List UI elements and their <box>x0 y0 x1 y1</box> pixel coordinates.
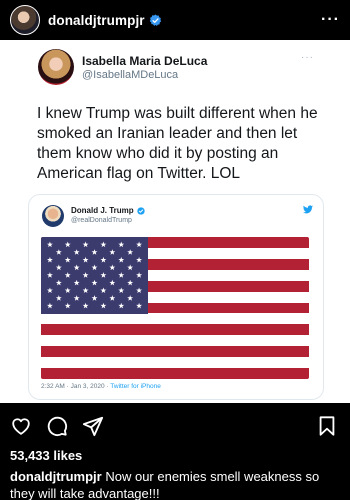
flag-star <box>136 256 143 263</box>
tweet-author-name: Isabella Maria DeLuca <box>82 54 208 68</box>
flag-star <box>91 279 98 286</box>
flag-star <box>73 264 80 271</box>
flag-star <box>91 249 98 255</box>
tweet-avatar <box>38 49 74 85</box>
flag-star <box>118 272 125 278</box>
flag-star <box>100 241 107 248</box>
verified-badge-icon <box>137 206 145 215</box>
avatar[interactable] <box>10 5 40 35</box>
heart-icon[interactable] <box>10 415 32 437</box>
flag-stripe <box>41 313 309 325</box>
embedded-tweet-timestamp: 2:32 AM · Jan 3, 2020 · <box>41 383 111 390</box>
caption-username[interactable]: donaldjtrumpjr <box>10 469 102 484</box>
embedded-tweet: Donald J. Trump @realDonaldTrump 2:32 AM… <box>28 194 324 400</box>
flag-star <box>127 264 134 271</box>
tweet-text: I knew Trump was built different when he… <box>37 105 318 182</box>
post-actions-bar <box>0 403 350 445</box>
share-icon[interactable] <box>82 415 104 437</box>
flag-star <box>100 256 107 263</box>
bookmark-icon[interactable] <box>316 415 338 437</box>
flag-star <box>136 302 143 309</box>
flag-star <box>127 279 134 286</box>
flag-star <box>127 295 134 301</box>
flag-canton <box>41 237 148 314</box>
flag-star <box>64 302 71 309</box>
flag-star <box>109 264 116 271</box>
more-options-icon[interactable]: ··· <box>321 12 340 28</box>
flag-star <box>118 256 125 263</box>
flag-star <box>64 256 71 263</box>
post-header: donaldjtrumpjr ··· <box>0 0 350 40</box>
flag-stripe <box>41 346 309 358</box>
flag-star <box>46 256 53 263</box>
flag-star <box>64 272 71 278</box>
flag-star <box>46 302 53 309</box>
flag-star <box>64 241 71 248</box>
likes-count[interactable]: 53,433 likes <box>10 448 82 463</box>
flag-star <box>118 287 125 294</box>
flag-star <box>82 287 89 294</box>
tweet-author-handle: @IsabellaMDeLuca <box>82 69 179 81</box>
flag-stripe <box>41 324 309 336</box>
flag-star <box>91 295 98 301</box>
flag-star <box>46 241 53 248</box>
post-username[interactable]: donaldjtrumpjr <box>48 13 145 28</box>
flag-star <box>73 295 80 301</box>
american-flag-image <box>41 237 309 379</box>
twitter-bird-icon <box>303 205 313 214</box>
flag-stripe <box>41 357 309 369</box>
post-image: Isabella Maria DeLuca @IsabellaMDeLuca ·… <box>0 40 350 403</box>
flag-star <box>73 249 80 255</box>
post-caption: donaldjtrumpjr Now our enemies smell wea… <box>10 469 340 500</box>
flag-star <box>136 287 143 294</box>
flag-star <box>109 249 116 255</box>
flag-star <box>55 279 62 286</box>
flag-star <box>91 264 98 271</box>
flag-star <box>118 302 125 309</box>
flag-star <box>46 287 53 294</box>
flag-star <box>55 295 62 301</box>
flag-star <box>55 264 62 271</box>
flag-star <box>82 241 89 248</box>
flag-star <box>100 272 107 278</box>
comment-icon[interactable] <box>46 415 68 437</box>
flag-star <box>46 272 53 278</box>
flag-star <box>55 249 62 255</box>
embedded-tweet-source: Twitter for iPhone <box>110 383 161 390</box>
embedded-tweet-author-name: Donald J. Trump <box>71 206 134 215</box>
tweet-more-icon: ··· <box>301 52 314 63</box>
flag-star <box>82 302 89 309</box>
flag-star <box>73 279 80 286</box>
flag-star <box>82 256 89 263</box>
flag-star <box>136 241 143 248</box>
embedded-tweet-name-row: Donald J. Trump <box>71 206 145 215</box>
flag-star <box>100 287 107 294</box>
flag-star <box>118 241 125 248</box>
flag-stripe <box>41 368 309 379</box>
flag-star <box>127 249 134 255</box>
embedded-tweet-avatar <box>42 205 64 227</box>
flag-stripe <box>41 335 309 347</box>
flag-star <box>109 295 116 301</box>
flag-star <box>109 279 116 286</box>
flag-star <box>136 272 143 278</box>
verified-badge-icon <box>149 14 162 27</box>
embedded-tweet-meta: 2:32 AM · Jan 3, 2020 · Twitter for iPho… <box>41 383 161 390</box>
flag-star <box>100 302 107 309</box>
flag-star <box>82 272 89 278</box>
embedded-tweet-author-handle: @realDonaldTrump <box>71 217 132 224</box>
flag-star <box>64 287 71 294</box>
